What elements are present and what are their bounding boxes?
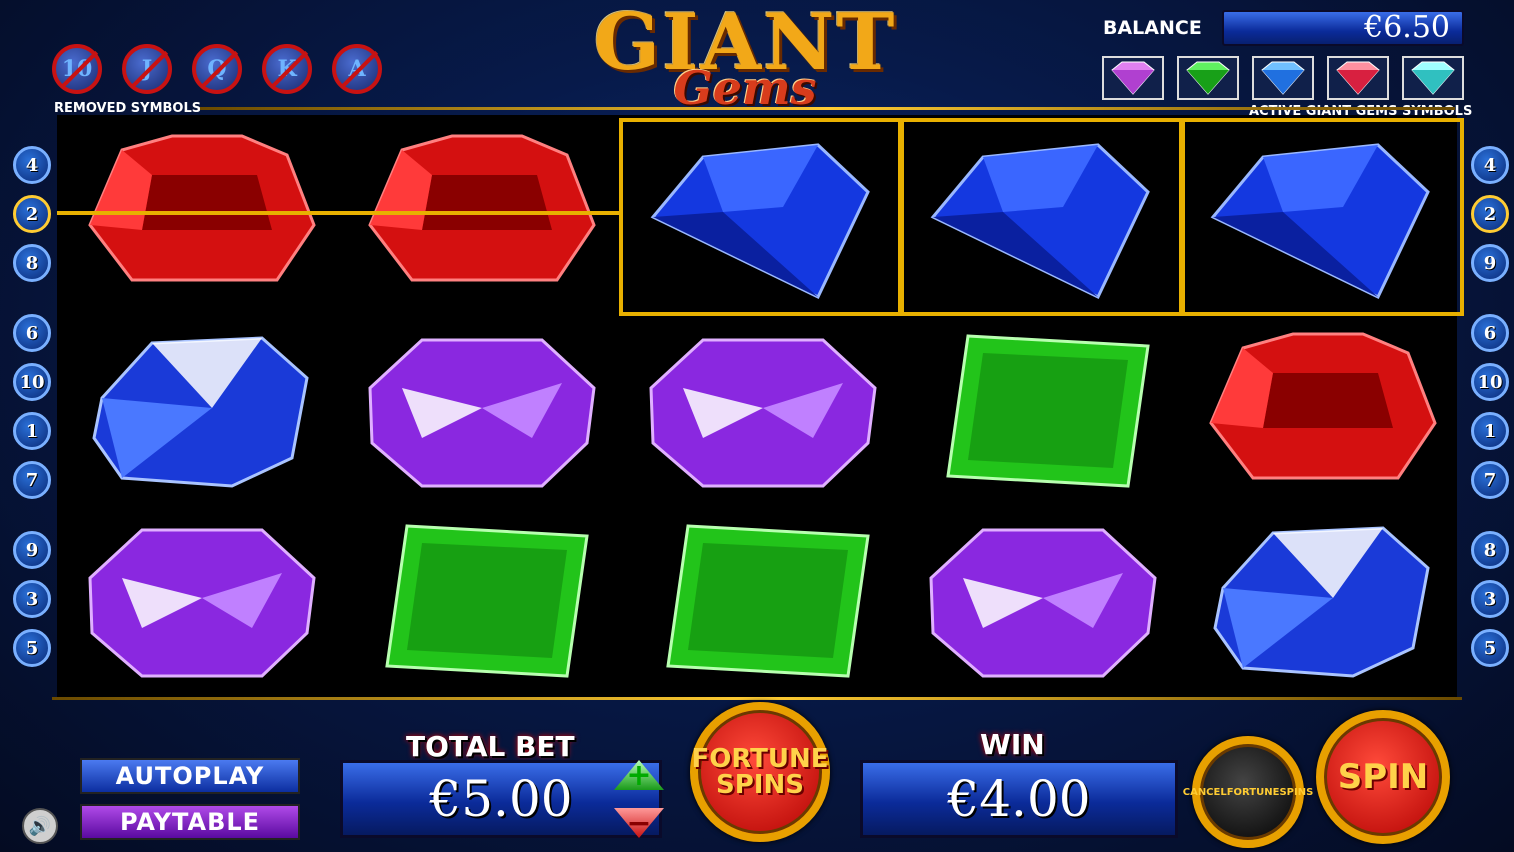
purple-gem-icon xyxy=(929,528,1157,677)
payline-marker[interactable]: 9 xyxy=(13,531,51,569)
win-label: WIN xyxy=(980,728,1045,761)
payline-marker[interactable]: 2 xyxy=(1471,195,1509,233)
reel-symbol-purple-gem xyxy=(903,503,1183,697)
payline-marker[interactable]: 10 xyxy=(1471,363,1509,401)
active-gem-green-icon xyxy=(1177,56,1239,100)
reel-symbol-blue-oval-gem xyxy=(62,313,342,507)
game-logo: GIANT Gems xyxy=(520,4,970,112)
win-highlight xyxy=(619,118,902,316)
reel-symbol-purple-gem xyxy=(342,313,622,507)
payline-marker[interactable]: 7 xyxy=(13,461,51,499)
payline-marker[interactable]: 6 xyxy=(1471,314,1509,352)
total-bet-value: €5.00 xyxy=(340,760,662,838)
payline-marker[interactable]: 4 xyxy=(1471,146,1509,184)
cancel-fortune-spins-button[interactable]: CANCELFORTUNESPINS xyxy=(1183,736,1313,848)
active-gem-cyan-icon xyxy=(1402,56,1464,100)
blue-oval-gem-icon xyxy=(92,335,309,488)
payline-marker[interactable]: 7 xyxy=(1471,461,1509,499)
payline-marker[interactable]: 9 xyxy=(1471,244,1509,282)
spin-button[interactable]: SPIN xyxy=(1316,710,1450,844)
purple-gem-icon xyxy=(368,338,596,487)
payline-marker[interactable]: 6 xyxy=(13,314,51,352)
reel-symbol-green-gem xyxy=(342,503,622,697)
bottom-divider xyxy=(52,697,1462,700)
removed-symbol-text: K xyxy=(277,56,297,82)
autoplay-button[interactable]: AUTOPLAY xyxy=(80,758,300,794)
removed-symbol-text: A xyxy=(348,56,366,82)
payline-marker[interactable]: 3 xyxy=(1471,580,1509,618)
removed-symbol-k: K xyxy=(262,44,312,94)
removed-symbols-label: REMOVED SYMBOLS xyxy=(54,101,202,116)
removed-symbol-text: Q xyxy=(207,56,227,82)
win-value: €4.00 xyxy=(860,760,1178,838)
payline-marker[interactable]: 8 xyxy=(1471,531,1509,569)
reel-symbol-purple-gem xyxy=(623,313,903,507)
green-gem-icon xyxy=(385,523,589,678)
blue-oval-gem-icon xyxy=(1213,525,1430,678)
removed-symbol-j: J xyxy=(122,44,172,94)
payline-marker[interactable]: 5 xyxy=(13,629,51,667)
purple-gem-icon xyxy=(649,338,877,487)
removed-symbol-text: J xyxy=(141,56,153,82)
reel-symbol-green-gem xyxy=(623,503,903,697)
payline-marker[interactable]: 3 xyxy=(13,580,51,618)
balance-label: BALANCE xyxy=(1103,17,1202,39)
active-gem-blue-icon xyxy=(1252,56,1314,100)
payline-marker[interactable]: 1 xyxy=(13,412,51,450)
top-divider xyxy=(200,107,1455,110)
reel-symbol-blue-oval-gem xyxy=(1183,503,1463,697)
winning-payline xyxy=(57,211,623,215)
reel-symbol-green-gem xyxy=(903,313,1183,507)
payline-marker[interactable]: 2 xyxy=(13,195,51,233)
balance-value: €6.50 xyxy=(1222,10,1464,46)
active-gem-pink-icon xyxy=(1102,56,1164,100)
reel-symbol-red-gem xyxy=(1183,313,1463,507)
paytable-button[interactable]: PAYTABLE xyxy=(80,804,300,840)
removed-symbol-10: 10 xyxy=(52,44,102,94)
removed-symbol-text: 10 xyxy=(61,56,93,82)
reel-grid xyxy=(57,115,1464,697)
payline-marker[interactable]: 5 xyxy=(1471,629,1509,667)
payline-marker[interactable]: 4 xyxy=(13,146,51,184)
speaker-icon[interactable]: 🔊 xyxy=(22,808,58,844)
purple-gem-icon xyxy=(88,528,316,677)
green-gem-icon xyxy=(946,333,1150,488)
win-highlight xyxy=(1181,118,1464,316)
payline-marker[interactable]: 8 xyxy=(13,244,51,282)
win-highlight xyxy=(900,118,1183,316)
logo-gems: Gems xyxy=(673,61,817,115)
total-bet-label: TOTAL BET xyxy=(406,730,575,763)
reel-symbol-purple-gem xyxy=(62,503,342,697)
payline-marker[interactable]: 1 xyxy=(1471,412,1509,450)
removed-symbol-q: Q xyxy=(192,44,242,94)
green-gem-icon xyxy=(666,523,870,678)
fortune-spins-button[interactable]: FORTUNE SPINS xyxy=(690,702,830,842)
removed-symbol-a: A xyxy=(332,44,382,94)
active-gem-red-icon xyxy=(1327,56,1389,100)
red-gem-icon xyxy=(1209,332,1437,479)
payline-marker[interactable]: 10 xyxy=(13,363,51,401)
